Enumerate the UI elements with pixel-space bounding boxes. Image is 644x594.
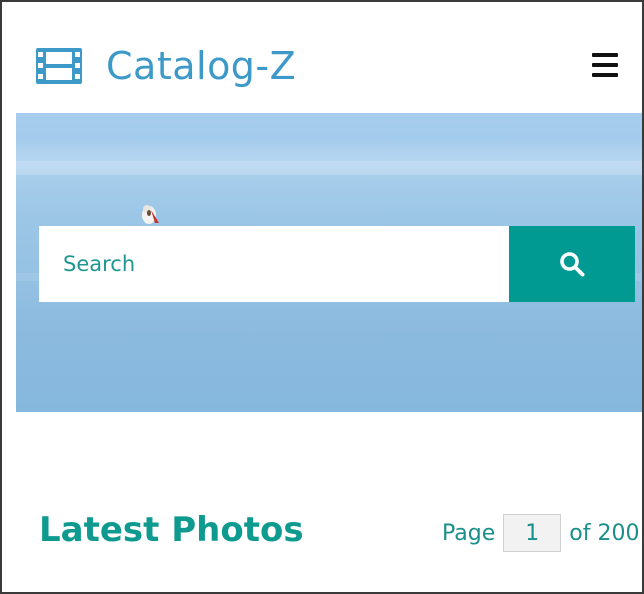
site-header: Catalog-Z [2, 2, 642, 112]
page-number-input[interactable] [503, 514, 562, 552]
section-title: Latest Photos [39, 510, 304, 550]
search-icon [560, 252, 585, 277]
film-icon [36, 48, 82, 84]
app-window: Catalog-Z Latest Photos Page [0, 0, 644, 594]
hero-banner [16, 113, 642, 412]
hero-haze [16, 161, 642, 175]
hamburger-menu-icon[interactable] [592, 53, 618, 77]
pagination: Page of 200 [442, 514, 639, 552]
search-input[interactable] [39, 226, 509, 302]
search-bar [39, 226, 635, 302]
pager-total: of 200 [569, 520, 640, 546]
brand-name: Catalog-Z [106, 44, 297, 88]
pager-label: Page [442, 520, 496, 546]
search-button[interactable] [509, 226, 635, 302]
brand-link[interactable]: Catalog-Z [34, 42, 296, 90]
